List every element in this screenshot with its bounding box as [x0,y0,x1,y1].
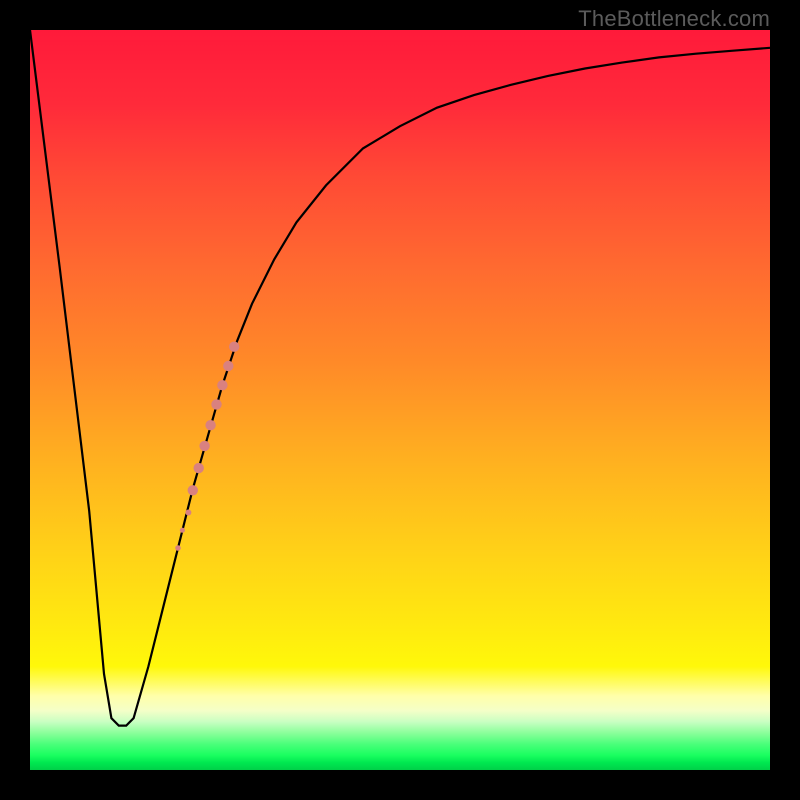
chart-frame: TheBottleneck.com [0,0,800,800]
watermark-label: TheBottleneck.com [578,6,770,32]
plot-area [30,30,770,770]
scatter-dot [223,361,233,371]
scatter-dot [211,399,221,409]
scatter-dot [180,528,185,533]
scatter-dot [217,380,227,390]
scatter-dot [194,463,204,473]
curve-path [30,30,770,726]
scatter-dot [175,545,181,551]
scatter-dot [199,441,209,451]
scatter-dot [229,342,239,352]
scatter-dot [185,510,191,516]
scatter-dot [188,485,198,495]
scatter-dot [205,420,215,430]
chart-svg [30,30,770,770]
